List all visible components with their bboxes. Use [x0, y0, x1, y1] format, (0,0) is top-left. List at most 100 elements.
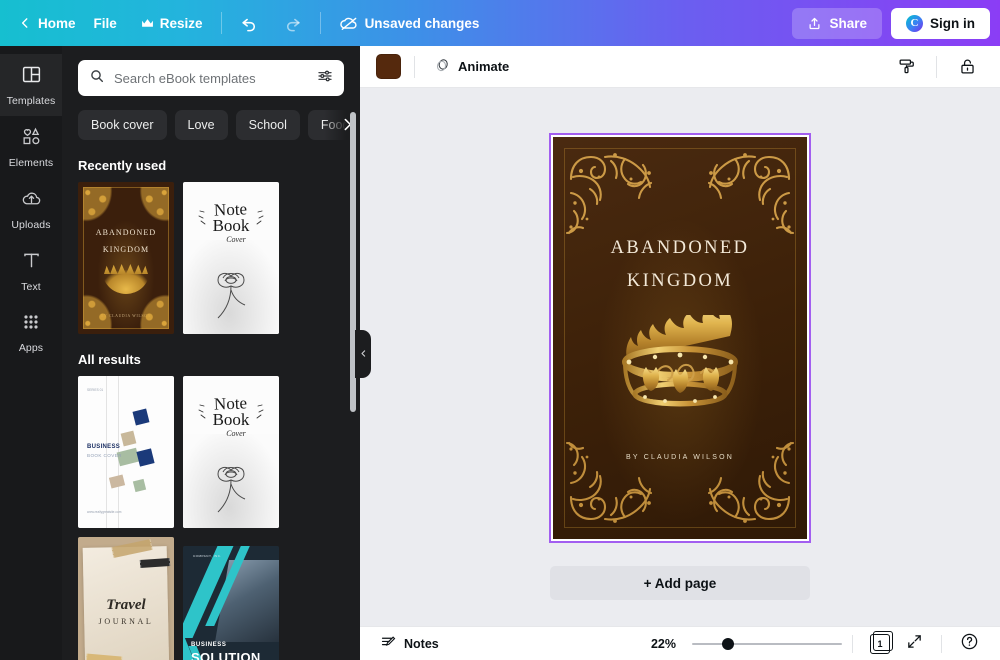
cover-byline: BY CLAUDIA WILSON — [625, 454, 735, 461]
gold-flourish-ornament-icon — [707, 441, 795, 523]
gold-crown-image — [622, 315, 738, 407]
cover-title-line2: KINGDOM — [626, 271, 734, 291]
text-t-icon — [21, 250, 42, 276]
design-canvas[interactable]: ABANDONED KINGDOM BY CLAUDIA WILSON — [549, 133, 811, 543]
ornament-icon — [135, 289, 169, 329]
slider-knob[interactable] — [722, 637, 734, 650]
divider — [941, 634, 942, 653]
sidebar-item-uploads[interactable]: Uploads — [0, 178, 62, 240]
chip-book-cover[interactable]: Book cover — [78, 110, 167, 140]
save-status[interactable]: Unsaved changes — [327, 7, 492, 39]
thumb-subtitle: BOOK COVER — [87, 453, 122, 458]
upload-icon — [807, 16, 822, 31]
zoom-level-label: 22% — [650, 636, 676, 651]
sidebar-item-label: Elements — [8, 156, 54, 169]
expand-icon — [906, 633, 923, 655]
chip-school[interactable]: School — [235, 110, 300, 140]
filter-chips: Book cover Love School Food Fa — [62, 96, 360, 140]
sidebar-item-templates[interactable]: Templates — [0, 54, 62, 116]
divider — [936, 55, 937, 78]
line-flower-icon — [217, 272, 246, 319]
zoom-slider[interactable] — [692, 637, 842, 651]
help-button[interactable] — [952, 627, 986, 660]
gold-flourish-ornament-icon — [565, 441, 653, 523]
sidebar-item-elements[interactable]: Elements — [0, 116, 62, 178]
add-page-button-main[interactable]: + Add page — [550, 566, 810, 600]
divider — [319, 12, 321, 34]
thumb-line3: Cover — [226, 235, 246, 245]
thumb-top-caption: SERIES 01 — [87, 388, 104, 392]
ornament-icon — [135, 187, 169, 227]
notebook-cover-art: Note Book Cover — [183, 182, 279, 334]
redo-button[interactable] — [271, 8, 314, 39]
notes-label: Notes — [404, 636, 439, 651]
search-section — [62, 46, 360, 96]
thumb-line2: JOURNAL — [98, 617, 154, 626]
pages-button[interactable]: 1 — [863, 627, 897, 660]
undo-button[interactable] — [228, 8, 271, 39]
help-question-icon — [960, 632, 979, 656]
back-button[interactable]: Home — [10, 10, 82, 37]
travel-cover-art: Travel JOURNAL — [78, 537, 174, 660]
chip-love[interactable]: Love — [174, 110, 228, 140]
canvas-area: Animate ABANDONED KINGDOM BY CLAUDIA WIL… — [360, 46, 1000, 660]
fullscreen-button[interactable] — [897, 627, 931, 660]
color-swatch-button[interactable] — [376, 54, 401, 79]
all-results-title: All results — [78, 352, 141, 367]
cloud-slash-icon — [339, 13, 359, 33]
thumb-line2: Book — [212, 410, 250, 430]
search-icon — [89, 68, 105, 89]
template-card-note-book[interactable]: Note Book Cover — [183, 376, 279, 528]
top-bar: Home File Resize Unsaved changes Share C… — [0, 0, 1000, 46]
book-cover-design: ABANDONED KINGDOM BY CLAUDIA WILSON — [553, 137, 807, 539]
search-box[interactable] — [78, 60, 344, 96]
divider — [852, 634, 853, 653]
file-label: File — [93, 15, 117, 31]
sidebar-item-label: Apps — [18, 342, 44, 354]
home-label: Home — [38, 15, 76, 31]
elements-icon — [21, 126, 42, 152]
decor-square — [136, 448, 155, 467]
template-card-business-solution[interactable]: COMPANY, INC. BUSINESS SOLUTION PREPARED… — [183, 546, 279, 660]
divider — [414, 55, 415, 78]
apps-grid-icon — [21, 312, 41, 337]
crown-icon — [141, 18, 154, 29]
cover-title-line1: ABANDONED — [610, 238, 750, 258]
sidebar-item-apps[interactable]: Apps — [0, 302, 62, 364]
file-menu-button[interactable]: File — [82, 10, 129, 37]
solution-cover-art: COMPANY, INC. BUSINESS SOLUTION PREPARED… — [183, 546, 279, 660]
share-button[interactable]: Share — [792, 7, 882, 39]
context-toolbar-right — [889, 50, 984, 84]
thumb-line1: Travel — [106, 597, 146, 613]
share-label: Share — [829, 15, 867, 31]
recently-used-grid: ABANDONED KINGDOM BY CLAUDIA WILSON Note… — [62, 182, 360, 334]
canva-logo-icon: C — [906, 14, 923, 32]
sign-in-button[interactable]: C Sign in — [891, 7, 990, 39]
notes-button[interactable]: Notes — [374, 630, 445, 658]
redo-icon — [283, 14, 302, 33]
sliders-filter-icon[interactable] — [317, 68, 333, 89]
slider-track — [692, 642, 842, 645]
divider — [106, 376, 107, 528]
search-input[interactable] — [114, 70, 308, 86]
lock-button[interactable] — [950, 50, 984, 84]
decor-square — [120, 430, 137, 447]
pages-icon: 1 — [870, 631, 893, 654]
template-card-abandoned-kingdom[interactable]: ABANDONED KINGDOM BY CLAUDIA WILSON — [78, 182, 174, 334]
thumb-title: BUSINESS — [87, 444, 121, 450]
template-card-travel-journal[interactable]: Travel JOURNAL — [78, 537, 174, 660]
chevron-left-icon — [359, 345, 368, 363]
recently-used-title: Recently used — [78, 158, 167, 173]
animate-icon — [434, 57, 451, 77]
line-flower-icon — [217, 466, 246, 513]
ornament-icon — [83, 187, 117, 227]
template-card-note-book[interactable]: Note Book Cover — [183, 182, 279, 334]
royal-cover-art: ABANDONED KINGDOM BY CLAUDIA WILSON — [78, 182, 174, 334]
animate-button[interactable]: Animate — [428, 52, 515, 82]
template-card-business-book-cover[interactable]: SERIES 01 BUSINESS BOOK COVER www.really… — [78, 376, 174, 528]
all-results-grid: SERIES 01 BUSINESS BOOK COVER www.really… — [62, 376, 360, 660]
paint-roller-button[interactable] — [889, 50, 923, 84]
resize-button[interactable]: Resize — [129, 10, 215, 37]
sidebar-item-text[interactable]: Text — [0, 240, 62, 302]
panel-collapse-handle[interactable] — [355, 330, 371, 378]
